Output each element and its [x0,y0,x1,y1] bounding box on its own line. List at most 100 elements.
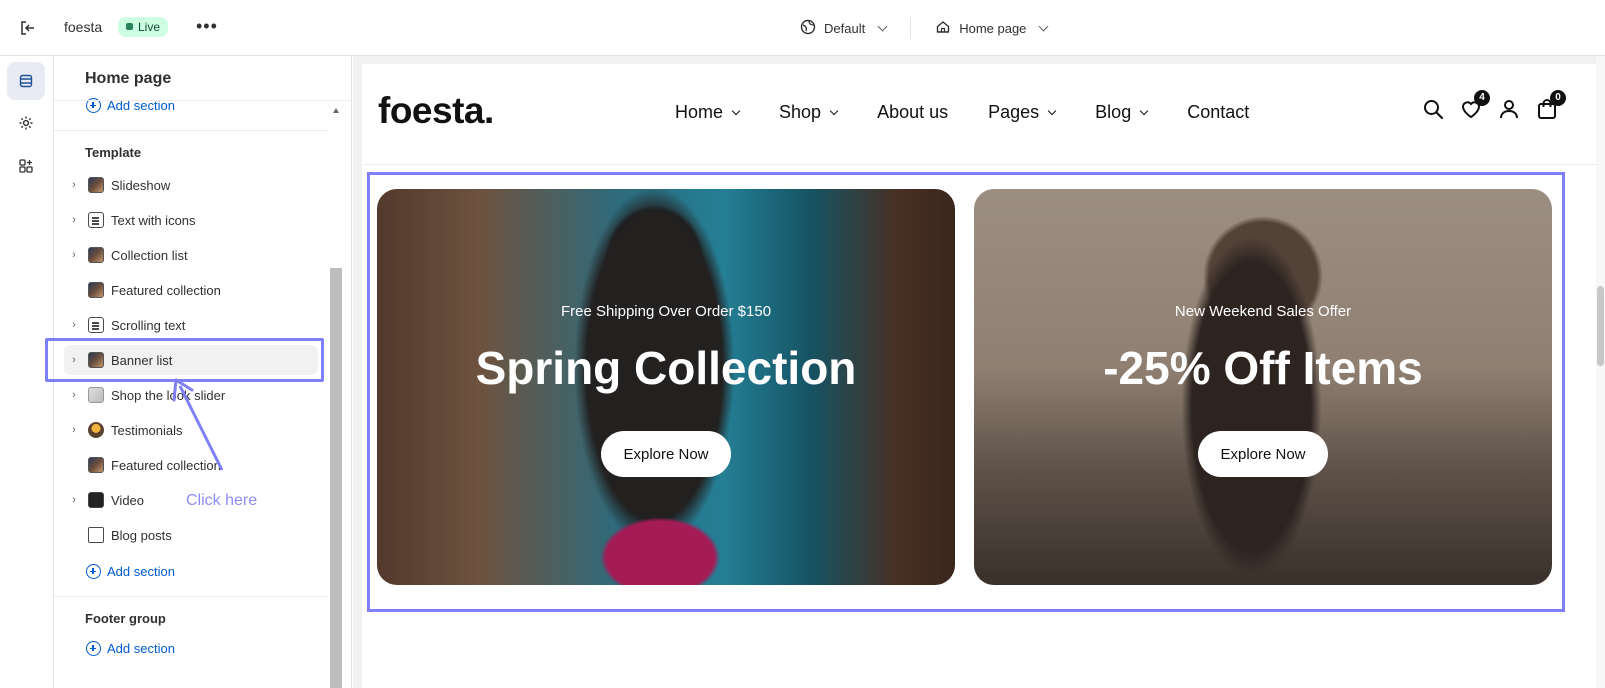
explore-now-button[interactable]: Explore Now [1198,431,1328,477]
text-block-icon [88,212,104,228]
section-item-blog-posts[interactable]: Blog posts [64,520,318,550]
theme-selector[interactable]: Default [800,19,888,38]
account-user-icon[interactable] [1498,98,1520,120]
sidebar-title: Home page [85,70,172,87]
scrollbar-thumb[interactable] [1597,286,1604,366]
nav-label: Contact [1187,102,1250,122]
chevron-right-icon[interactable]: › [64,494,84,506]
template-group-label: Template [85,145,142,160]
video-icon [88,492,104,508]
section-item-scrolling-text[interactable]: › Scrolling text [64,310,318,340]
section-item-label: Scrolling text [111,317,186,333]
blog-icon [88,527,104,543]
section-item-collection-list[interactable]: › Collection list [64,240,318,270]
avatar-icon [88,422,104,438]
page-selector[interactable]: Home page [935,19,1049,38]
exit-icon[interactable] [18,18,38,38]
section-item-label: Collection list [111,247,188,263]
wishlist-count-badge: 4 [1474,90,1490,106]
chevron-right-icon[interactable]: › [64,424,84,436]
add-section-button[interactable]: Add section [86,564,175,579]
chevron-right-icon[interactable]: › [64,319,84,331]
divider [910,17,912,39]
preview-frame: foesta. Home Shop About us Pages Blog Co… [362,64,1596,688]
banner-weekend-offer[interactable]: New Weekend Sales Offer -25% Off Items E… [974,189,1552,585]
scrollbar-thumb[interactable] [330,268,342,688]
nav-label: Shop [779,102,822,122]
globe-icon [800,19,816,38]
chevron-down-icon [829,106,839,115]
store-name: foesta [64,19,103,35]
chevron-right-icon[interactable]: › [64,249,84,261]
text-block-icon [88,317,104,333]
cart-bag-icon[interactable]: 0 [1536,90,1566,120]
editor-topbar: foesta Live ••• Default Home page [0,0,1605,56]
more-actions-icon[interactable]: ••• [196,16,218,37]
explore-now-button[interactable]: Explore Now [601,431,731,477]
page-selector-label: Home page [959,20,1027,36]
divider [362,164,1596,165]
nav-label: About us [877,102,949,122]
banner-subtitle: Free Shipping Over Order $150 [560,303,772,320]
section-item-label: Featured collection [111,282,221,298]
gear-icon[interactable] [7,104,45,142]
image-icon [88,177,104,193]
preview-scrollbar[interactable] [1596,56,1605,688]
banner-subtitle: New Weekend Sales Offer [1174,303,1352,320]
header-icons: 4 0 [1422,90,1566,120]
search-icon[interactable] [1422,98,1444,120]
store-logo[interactable]: foesta. [378,90,494,132]
plus-circle-icon [86,641,101,656]
apps-icon[interactable] [7,147,45,185]
home-icon [935,19,951,38]
banner-spring-collection[interactable]: Free Shipping Over Order $150 Spring Col… [377,189,955,585]
highlight-box-banner-list [45,338,324,382]
store-preview: foesta. Home Shop About us Pages Blog Co… [353,56,1605,688]
scroll-up-arrow-icon[interactable] [333,108,339,113]
nav-item-pages[interactable]: Pages [988,102,1057,123]
add-section-label: Add section [107,641,175,656]
section-item-label: Text with icons [111,212,196,228]
sections-icon[interactable] [7,62,45,100]
sidebar-scrollbar[interactable] [330,100,342,688]
wishlist-heart-icon[interactable]: 4 [1460,90,1490,120]
section-item-featured-collection[interactable]: Featured collection [64,275,318,305]
divider [54,130,328,131]
nav-item-contact[interactable]: Contact [1187,102,1249,123]
banner-heading: -25% Off Items [1103,342,1423,394]
main-nav: Home Shop About us Pages Blog Contact [675,102,1289,123]
chevron-right-icon[interactable]: › [64,179,84,191]
annotation-arrow-icon [172,378,224,471]
section-item-label: Slideshow [111,177,171,193]
image-icon [88,387,104,403]
section-item-label: Video [111,492,145,508]
image-icon [88,457,104,473]
nav-item-blog[interactable]: Blog [1095,102,1149,123]
topbar-selectors: Default Home page [800,14,1049,42]
nav-item-about-us[interactable]: About us [877,102,948,123]
chevron-down-icon [1047,106,1057,115]
nav-label: Home [675,102,724,122]
section-item-label: Blog posts [111,527,172,543]
image-icon [88,247,104,263]
chevron-down-icon [731,106,741,115]
chevron-right-icon[interactable]: › [64,214,84,226]
annotation-label: Click here [186,492,258,509]
add-section-button[interactable]: Add section [86,641,175,656]
section-item-text-with-icons[interactable]: › Text with icons [64,205,318,235]
nav-label: Blog [1095,102,1132,122]
section-item-slideshow[interactable]: › Slideshow [64,170,318,200]
cart-count-badge: 0 [1550,90,1566,106]
chevron-down-icon [1139,106,1149,115]
divider [54,596,328,597]
divider [54,100,351,101]
nav-item-home[interactable]: Home [675,102,741,123]
footer-group-label: Footer group [85,611,166,626]
chevron-down-icon [877,21,888,31]
chevron-right-icon[interactable]: › [64,389,84,401]
plus-circle-icon [86,564,101,579]
nav-item-shop[interactable]: Shop [779,102,839,123]
image-icon [88,282,104,298]
live-status-badge: Live [118,17,169,37]
chevron-down-icon [1038,21,1049,31]
